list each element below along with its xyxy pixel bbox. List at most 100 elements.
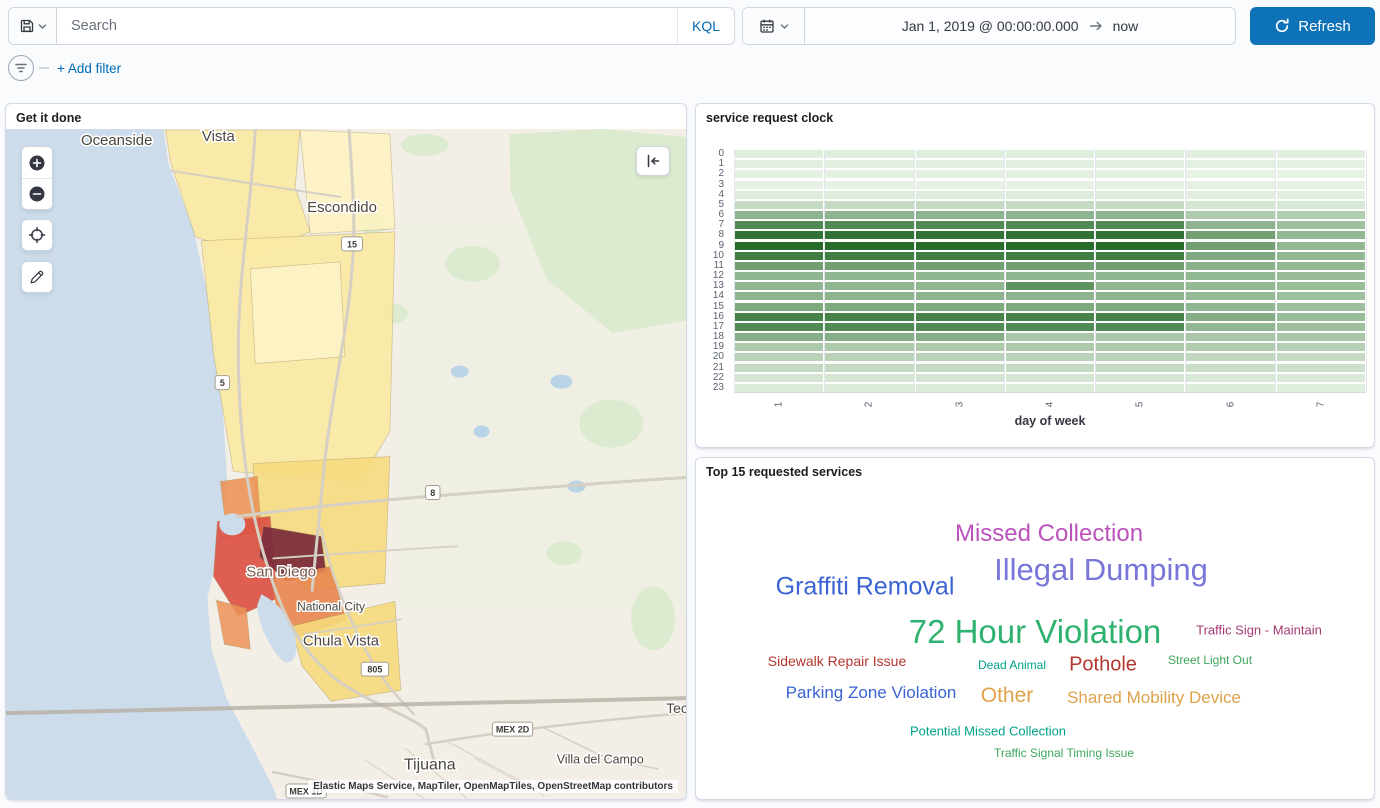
tag-missed-collection[interactable]: Missed Collection (955, 520, 1143, 548)
heatmap-cell (916, 384, 1004, 392)
road-shield: 805 (361, 662, 388, 676)
tag-illegal-dumping[interactable]: Illegal Dumping (994, 552, 1208, 588)
tag-graffiti-removal[interactable]: Graffiti Removal (776, 573, 955, 602)
heatmap-cell (735, 252, 823, 260)
tag-pothole[interactable]: Pothole (1069, 654, 1137, 677)
heatmap-cell (1277, 201, 1365, 209)
heatmap-cell (1096, 170, 1184, 178)
heatmap-cell (1096, 292, 1184, 300)
road-shield: MEX 2D (492, 722, 532, 736)
heatmap-y-tick-label: 23 (692, 382, 724, 394)
heatmap-plot[interactable] (734, 149, 1366, 393)
kql-language-button[interactable]: KQL (677, 8, 734, 44)
date-picker-calendar-button[interactable] (743, 8, 805, 44)
heatmap-panel-title[interactable]: service request clock (696, 104, 1374, 128)
chevron-down-icon (38, 22, 47, 31)
heatmap-cell (1186, 221, 1274, 229)
heatmap-cell (1277, 170, 1365, 178)
heatmap-cell (916, 374, 1004, 382)
heatmap-cell (916, 160, 1004, 168)
heatmap-x-tick-label: 6 (1225, 402, 1236, 408)
heatmap-cell (1277, 181, 1365, 189)
heatmap-cell (825, 384, 913, 392)
heatmap-cell (825, 333, 913, 341)
tag-traffic-sign-maintain[interactable]: Traffic Sign - Maintain (1196, 623, 1322, 638)
zoom-out-button[interactable] (22, 178, 52, 209)
heatmap-gridline (1366, 149, 1367, 392)
heatmap-cell (1186, 181, 1274, 189)
filter-bar: + Add filter (8, 54, 121, 82)
heatmap-cell (916, 292, 1004, 300)
heatmap-cell (916, 170, 1004, 178)
map-panel-title[interactable]: Get it done (6, 104, 686, 128)
date-picker: Jan 1, 2019 @ 00:00:00.000 now (742, 7, 1236, 45)
map-panel: Get it done (5, 103, 687, 800)
heatmap-cell (916, 282, 1004, 290)
heatmap-cell (1277, 313, 1365, 321)
date-range-display[interactable]: Jan 1, 2019 @ 00:00:00.000 now (805, 8, 1235, 44)
search-input[interactable] (57, 8, 677, 44)
heatmap-cell (1186, 364, 1274, 372)
heatmap-cell (1096, 343, 1184, 351)
heatmap-cell (825, 313, 913, 321)
heatmap-cell (825, 221, 913, 229)
heatmap-cell (1006, 221, 1094, 229)
heatmap-cell (1006, 160, 1094, 168)
heatmap-cell (825, 262, 913, 270)
tag-parking-zone-violation[interactable]: Parking Zone Violation (786, 683, 957, 703)
heatmap-cell (735, 333, 823, 341)
refresh-button[interactable]: Refresh (1250, 7, 1375, 45)
heatmap-cell (1186, 323, 1274, 331)
tag-other[interactable]: Other (981, 684, 1034, 708)
heatmap-cell (1186, 231, 1274, 239)
heatmap-cell (825, 170, 913, 178)
road-shield: 5 (215, 376, 229, 390)
heatmap-cell (1096, 282, 1184, 290)
heatmap-y-axis: 01234567891011121314151617181920212223 (696, 149, 728, 393)
zoom-in-button[interactable] (22, 147, 52, 178)
heatmap-cell (735, 231, 823, 239)
tag-shared-mobility-device[interactable]: Shared Mobility Device (1067, 688, 1241, 708)
map-zoom-controls (21, 146, 53, 210)
svg-text:15: 15 (347, 239, 357, 249)
filter-options-button[interactable] (8, 55, 34, 81)
svg-text:805: 805 (367, 665, 382, 675)
add-filter-button[interactable]: + Add filter (57, 61, 121, 76)
tag-dead-animal[interactable]: Dead Animal (978, 658, 1046, 672)
heatmap-cell (1096, 364, 1184, 372)
collapse-legend-button[interactable] (636, 146, 670, 176)
heatmap-cell (735, 374, 823, 382)
heatmap-cell (1096, 353, 1184, 361)
heatmap-cell (1277, 211, 1365, 219)
heatmap-cell (1186, 353, 1274, 361)
heatmap-cell (825, 303, 913, 311)
heatmap-cell (735, 150, 823, 158)
tag-potential-missed-collection[interactable]: Potential Missed Collection (910, 724, 1066, 739)
heatmap-cell (916, 191, 1004, 199)
set-view-button[interactable] (21, 219, 53, 251)
heatmap-cell (916, 313, 1004, 321)
heatmap-cell (1186, 313, 1274, 321)
tag-street-light-out[interactable]: Street Light Out (1168, 653, 1252, 667)
draw-filter-button[interactable] (21, 261, 53, 293)
minus-in-circle-icon (28, 185, 46, 203)
heatmap-cell (1096, 313, 1184, 321)
heatmap-cell (1186, 384, 1274, 392)
heatmap-cell (735, 282, 823, 290)
map-attribution[interactable]: Elastic Maps Service, MapTiler, OpenMapT… (308, 780, 678, 793)
map-canvas[interactable]: OceansideVistaEscondidoSan DiegoNational… (6, 129, 686, 799)
heatmap-panel: service request clock 012345678910111213… (695, 103, 1375, 448)
heatmap-x-tick-label: 2 (864, 402, 875, 408)
tag-72-hour-violation[interactable]: 72 Hour Violation (909, 613, 1162, 651)
heatmap-cell (916, 252, 1004, 260)
saved-query-menu-button[interactable] (9, 8, 57, 44)
heatmap-x-tick-label: 3 (954, 402, 965, 408)
heatmap-cell (1277, 262, 1365, 270)
tag-sidewalk-repair-issue[interactable]: Sidewalk Repair Issue (768, 653, 907, 669)
heatmap-cell (916, 242, 1004, 250)
map-city-label: National City (297, 599, 365, 613)
tag-traffic-signal-timing-issue[interactable]: Traffic Signal Timing Issue (994, 746, 1134, 760)
heatmap-cell (1096, 323, 1184, 331)
heatmap-cell (825, 191, 913, 199)
heatmap-cell (1006, 201, 1094, 209)
